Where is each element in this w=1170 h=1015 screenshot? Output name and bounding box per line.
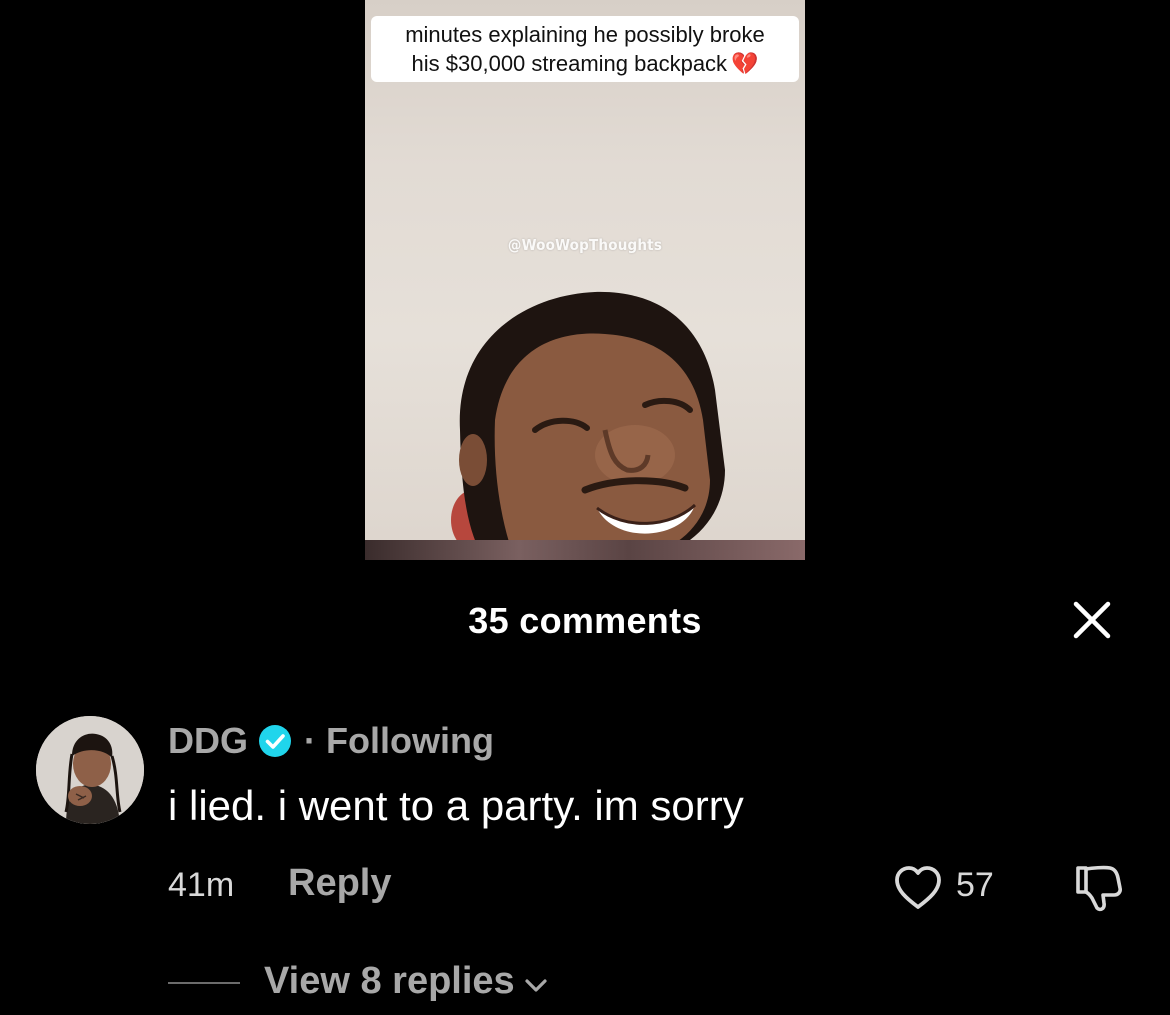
- reply-button[interactable]: Reply: [288, 862, 391, 905]
- caption-line-2-text: his $30,000 streaming backpack: [411, 51, 728, 76]
- video-caption: minutes explaining he possibly broke his…: [371, 16, 799, 82]
- caption-line-2: his $30,000 streaming backpack 💔: [371, 49, 799, 78]
- dislike-button[interactable]: [1070, 860, 1126, 916]
- view-replies-button[interactable]: View 8 replies: [264, 960, 549, 1003]
- like-button[interactable]: [892, 862, 944, 914]
- heart-outline-icon: [895, 866, 941, 909]
- video-frame-person: [451, 291, 725, 560]
- chevron-down-icon: [525, 978, 547, 992]
- comment-body: i lied. i went to a party. im sorry: [168, 782, 744, 829]
- video-bottom-strip: [365, 540, 805, 560]
- verified-badge-icon: [259, 725, 291, 757]
- video-preview[interactable]: @WooWopThoughts minutes explaining he po…: [365, 0, 805, 560]
- thumbs-down-icon: [1076, 865, 1122, 912]
- view-replies-label: View 8 replies: [264, 960, 515, 1002]
- close-icon: [1073, 601, 1111, 639]
- commenter-username[interactable]: DDG: [168, 720, 248, 762]
- avatar-image: [36, 716, 144, 824]
- caption-line-1: minutes explaining he possibly broke: [405, 22, 765, 47]
- commenter-avatar[interactable]: [36, 716, 144, 824]
- replies-divider: [168, 982, 240, 984]
- close-comments-button[interactable]: [1070, 598, 1114, 642]
- video-watermark: @WooWopThoughts: [507, 236, 663, 254]
- comment-timestamp: 41m: [168, 866, 235, 904]
- header-separator: ·: [304, 720, 316, 761]
- comment-header: DDG · Following: [168, 718, 494, 764]
- broken-heart-icon: 💔: [731, 51, 759, 76]
- following-status[interactable]: Following: [326, 720, 494, 762]
- like-count: 57: [956, 866, 994, 904]
- comments-count-title: 35 comments: [468, 600, 702, 641]
